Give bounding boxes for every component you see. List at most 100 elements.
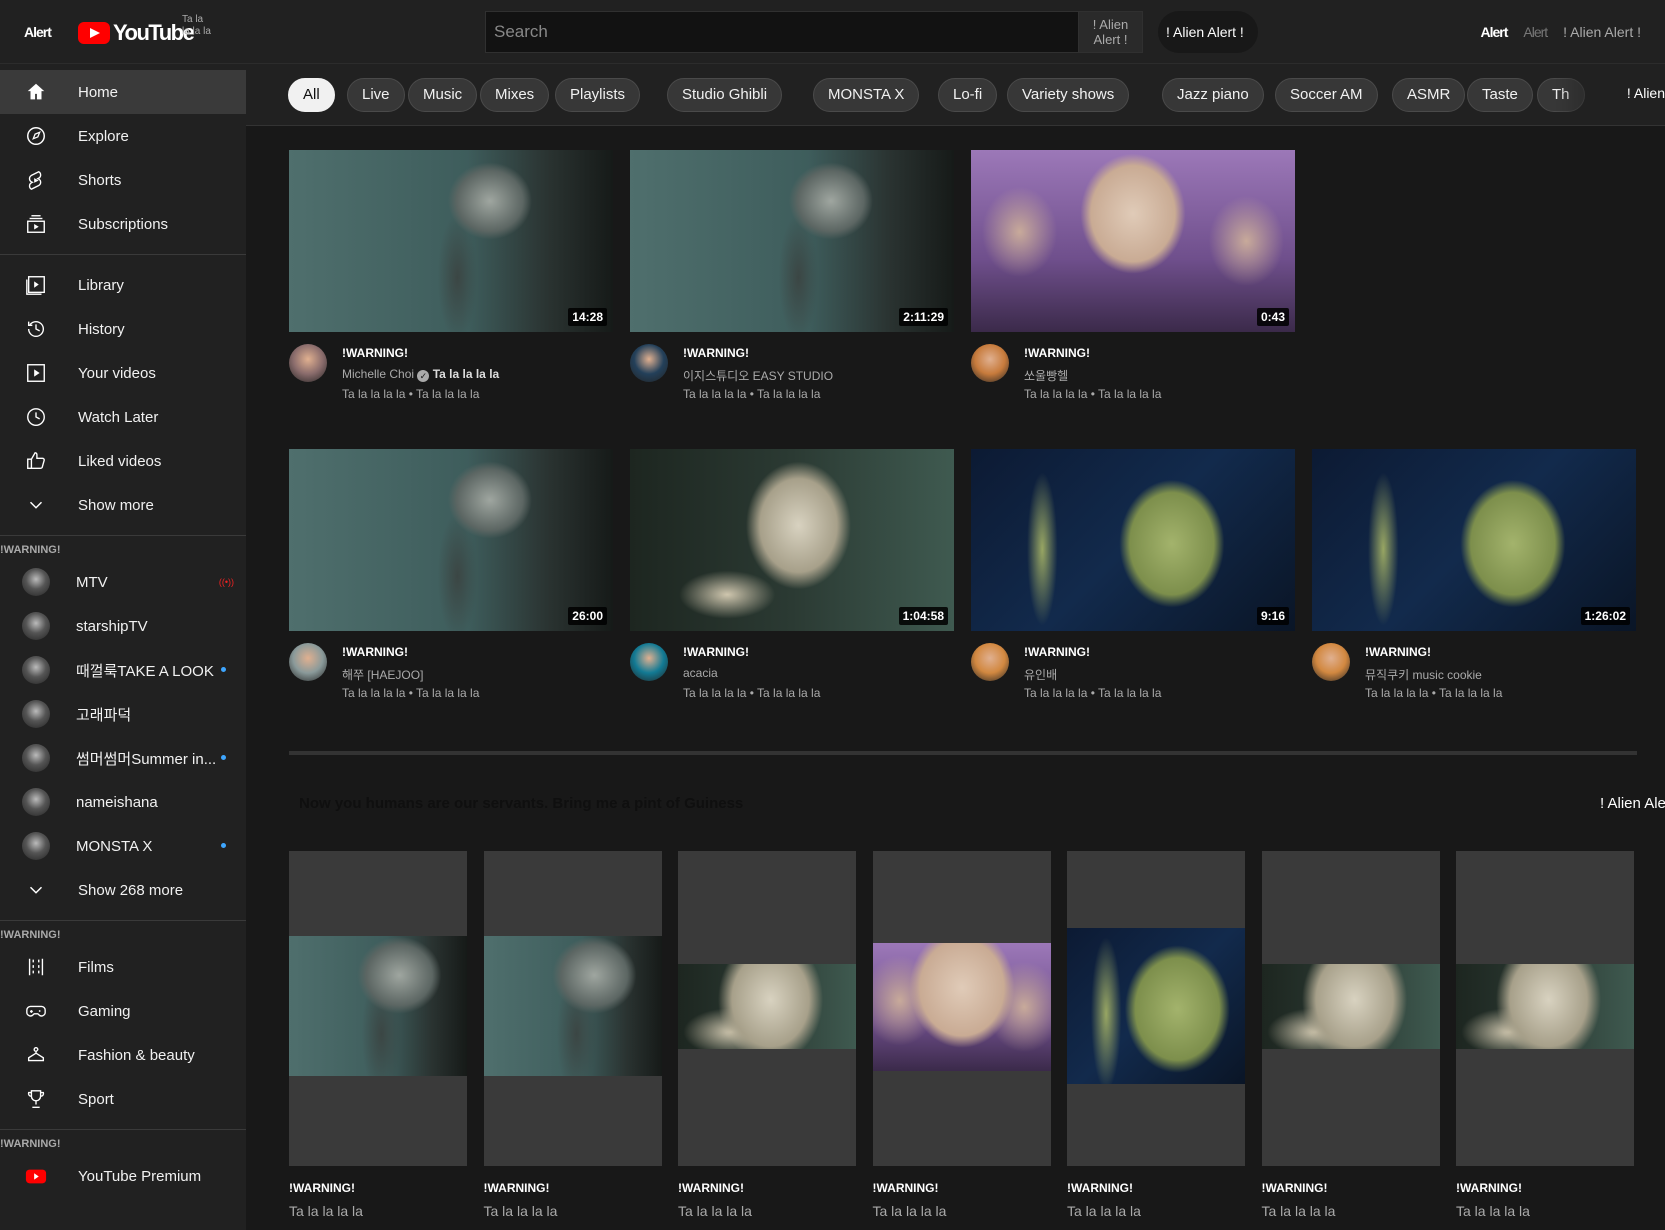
video-thumbnail[interactable]: 9:16 — [971, 449, 1295, 631]
short-title[interactable]: !WARNING! — [678, 1181, 856, 1195]
chip-lo-fi[interactable]: Lo-fi — [938, 78, 998, 112]
channel-avatar[interactable] — [289, 344, 327, 382]
channel-avatar[interactable] — [971, 643, 1009, 681]
channel-name[interactable]: 해쭈 [HAEJOO] — [342, 666, 423, 683]
channel-name[interactable]: Michelle Choi ✓ Ta la la la la — [342, 367, 499, 382]
short-title[interactable]: !WARNING! — [1262, 1181, 1440, 1195]
video-title[interactable]: !WARNING! — [1024, 346, 1090, 360]
channel-name[interactable]: 쏘울빵헬 — [1024, 367, 1068, 384]
search-button[interactable]: ! Alien Alert ! — [1078, 11, 1143, 53]
channel-avatar[interactable] — [1312, 643, 1350, 681]
channel-name[interactable]: 뮤직쿠키 music cookie — [1365, 666, 1482, 683]
video-title[interactable]: !WARNING! — [1024, 645, 1090, 659]
sidebar-item-youtube-premium[interactable]: YouTube Premium — [0, 1154, 246, 1198]
channel-name[interactable]: 이지스튜디오 EASY STUDIO — [683, 367, 833, 384]
channel-avatar[interactable] — [630, 643, 668, 681]
short-card[interactable]: !WARNING! Ta la la la la — [872, 851, 1051, 1219]
sidebar-item-fashion-beauty[interactable]: Fashion & beauty — [0, 1033, 246, 1077]
chip-studio-ghibli[interactable]: Studio Ghibli — [667, 78, 783, 112]
video-thumbnail[interactable]: 14:28 — [289, 150, 613, 332]
short-card[interactable]: !WARNING! Ta la la la la — [1261, 851, 1440, 1219]
video-card[interactable]: 26:00 !WARNING! 해쭈 [HAEJOO] Ta la la la la … — [289, 449, 613, 711]
chip-soccer-am[interactable]: Soccer AM — [1275, 78, 1378, 112]
youtube-logo[interactable]: YouTube — [78, 20, 195, 46]
short-thumbnail[interactable] — [1261, 851, 1440, 1166]
short-title[interactable]: !WARNING! — [1067, 1181, 1245, 1195]
short-title[interactable]: !WARNING! — [873, 1181, 1051, 1195]
video-thumbnail[interactable]: 0:43 — [971, 150, 1295, 332]
sidebar-item-monsta-x[interactable]: MONSTA X — [0, 824, 246, 868]
short-title[interactable]: !WARNING! — [289, 1181, 467, 1195]
video-card[interactable]: 2:11:29 !WARNING! 이지스튜디오 EASY STUDIO Ta la … — [630, 150, 954, 412]
video-thumbnail[interactable]: 26:00 — [289, 449, 613, 631]
chip-taste[interactable]: Taste — [1467, 78, 1533, 112]
short-card[interactable]: !WARNING! Ta la la la la — [678, 851, 856, 1219]
notifications-button[interactable]: ! Alien Alert ! — [1563, 24, 1641, 40]
mic-button[interactable]: ! Alien Alert ! — [1158, 11, 1258, 53]
video-card[interactable]: 1:04:58 !WARNING! acacia Ta la la la la • T… — [630, 449, 954, 711]
sidebar-item-watch-later[interactable]: Watch Later — [0, 395, 246, 439]
chip-jazz-piano[interactable]: Jazz piano — [1162, 78, 1264, 112]
channel-avatar[interactable] — [971, 344, 1009, 382]
sidebar-item-summer-in[interactable]: 썸머썸머Summer in... — [0, 736, 246, 780]
sidebar-item-history[interactable]: History — [0, 307, 246, 351]
short-thumbnail[interactable] — [1456, 851, 1634, 1166]
video-thumbnail[interactable]: 1:04:58 — [630, 449, 954, 631]
channel-avatar[interactable] — [630, 344, 668, 382]
sidebar-item-subscriptions[interactable]: Subscriptions — [0, 202, 246, 246]
video-title[interactable]: !WARNING! — [342, 645, 408, 659]
video-card[interactable]: 14:28 !WARNING! Michelle Choi ✓ Ta la la l… — [289, 150, 613, 412]
video-title[interactable]: !WARNING! — [1365, 645, 1431, 659]
create-button[interactable]: Alert — [1480, 24, 1508, 40]
chip-live[interactable]: Live — [347, 78, 405, 112]
video-card[interactable]: 1:26:02 !WARNING! 뮤직쿠키 music cookie Ta la l… — [1312, 449, 1636, 711]
sidebar-item-[interactable]: 고래파덕 — [0, 692, 246, 736]
sidebar-item-take-a-look[interactable]: 때껄룩TAKE A LOOK — [0, 648, 246, 692]
video-thumbnail[interactable]: 2:11:29 — [630, 150, 954, 332]
channel-avatar[interactable] — [289, 643, 327, 681]
short-thumbnail[interactable] — [289, 851, 467, 1166]
channel-name[interactable]: 유인배 — [1024, 666, 1057, 683]
sidebar-item-films[interactable]: Films — [0, 945, 246, 989]
short-thumbnail[interactable] — [872, 851, 1051, 1166]
chip-variety-shows[interactable]: Variety shows — [1007, 78, 1130, 112]
sidebar-item-starshiptv[interactable]: starshipTV — [0, 604, 246, 648]
chip-asmr[interactable]: ASMR — [1392, 78, 1466, 112]
short-title[interactable]: !WARNING! — [1456, 1181, 1634, 1195]
short-thumbnail[interactable] — [483, 851, 662, 1166]
sidebar-item-home[interactable]: Home — [0, 70, 246, 114]
chip-playlists[interactable]: Playlists — [555, 78, 641, 112]
sidebar-item-liked-videos[interactable]: Liked videos — [0, 439, 246, 483]
video-card[interactable]: 9:16 !WARNING! 유인배 Ta la la la la • Ta la l… — [971, 449, 1295, 711]
video-card[interactable]: 0:43 !WARNING! 쏘울빵헬 Ta la la la la • Ta la … — [971, 150, 1295, 412]
short-card[interactable]: !WARNING! Ta la la la la — [289, 851, 467, 1219]
sidebar-item-explore[interactable]: Explore — [0, 114, 246, 158]
apps-button[interactable]: Alert — [1523, 24, 1548, 40]
sidebar-item-library[interactable]: Library — [0, 263, 246, 307]
short-card[interactable]: !WARNING! Ta la la la la — [1067, 851, 1245, 1219]
short-thumbnail[interactable] — [1067, 851, 1245, 1166]
sidebar-item-show-more[interactable]: Show more — [0, 483, 246, 527]
video-title[interactable]: !WARNING! — [683, 645, 749, 659]
sidebar-item-your-videos[interactable]: Your videos — [0, 351, 246, 395]
sidebar-item-mtv[interactable]: MTV ((•)) — [0, 560, 246, 604]
sidebar-item-shorts[interactable]: Shorts — [0, 158, 246, 202]
sidebar-item-sport[interactable]: Sport — [0, 1077, 246, 1121]
short-title[interactable]: !WARNING! — [484, 1181, 662, 1195]
sidebar-item-show-268-more[interactable]: Show 268 more — [0, 868, 246, 912]
chip-music[interactable]: Music — [408, 78, 478, 112]
sidebar-item-nameishana[interactable]: nameishana — [0, 780, 246, 824]
chip-mixes[interactable]: Mixes — [480, 78, 550, 112]
short-thumbnail[interactable] — [678, 851, 856, 1166]
chip-all[interactable]: All — [288, 78, 335, 112]
channel-name[interactable]: acacia — [683, 666, 718, 680]
video-thumbnail[interactable]: 1:26:02 — [1312, 449, 1636, 631]
video-title[interactable]: !WARNING! — [342, 346, 408, 360]
short-card[interactable]: !WARNING! Ta la la la la — [1456, 851, 1634, 1219]
sidebar-item-gaming[interactable]: Gaming — [0, 989, 246, 1033]
short-card[interactable]: !WARNING! Ta la la la la — [483, 851, 662, 1219]
video-title[interactable]: !WARNING! — [683, 346, 749, 360]
chip-monsta-x[interactable]: MONSTA X — [813, 78, 920, 112]
your-videos-icon — [27, 364, 45, 382]
search-input[interactable]: Search — [485, 11, 1079, 53]
